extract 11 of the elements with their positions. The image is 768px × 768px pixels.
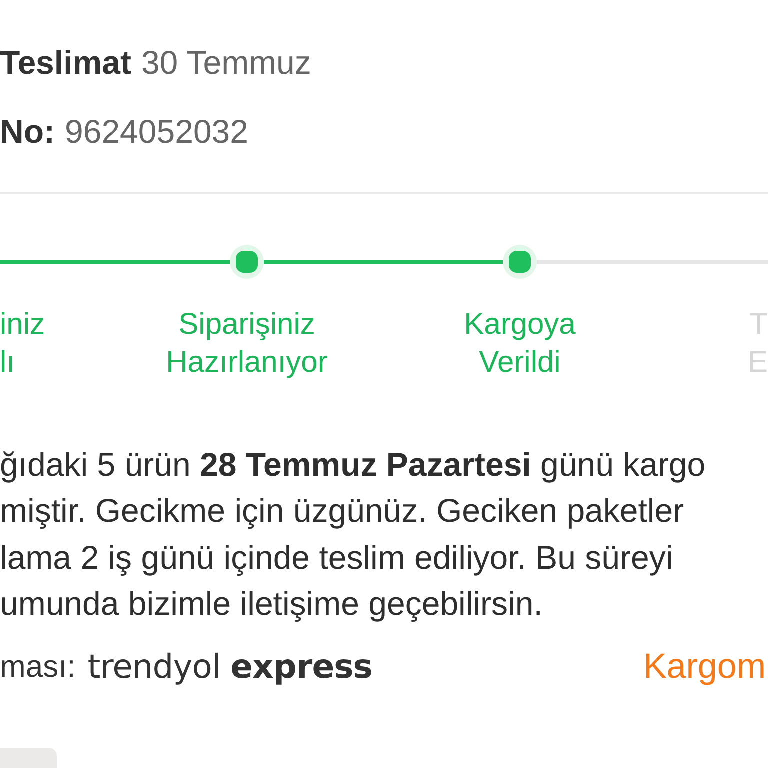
delay-message: ğıdaki 5 ürün 28 Temmuz Pazartesi günü kargo miştir. Gecikme için üzgünüz. Geciken paketler lama 2 iş günü içinde teslim ediliyor. Bu süreyi umunda bizimle iletişime geçebilirsin. [0, 445, 707, 624]
courier-label: ması: [0, 648, 76, 686]
order-number: 9624052032 [64, 112, 249, 152]
delivery-label: Teslimat [0, 43, 132, 83]
track-shipment-link[interactable]: Kargom [643, 646, 766, 688]
step-label: Siparişiniz Hazırlanıyor [166, 307, 328, 381]
order-number-label: No: [0, 112, 55, 152]
courier-logo: trendyol express [88, 646, 372, 688]
step-label: iniz lı [0, 307, 46, 381]
delivery-date: 30 Temmuz [141, 43, 312, 83]
step-label: Kargoya Verildi [464, 307, 576, 381]
